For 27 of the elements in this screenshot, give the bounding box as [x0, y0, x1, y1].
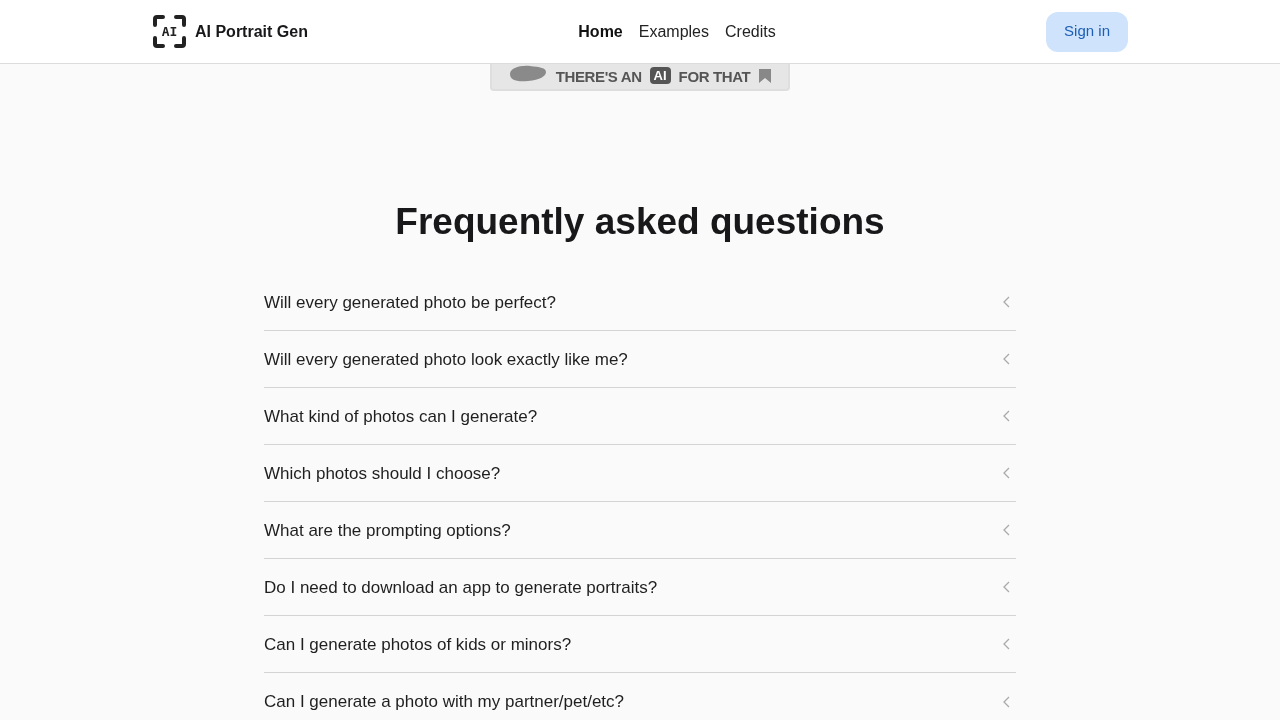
faq-question[interactable]: Can I generate a photo with my partner/pet/etc?: [264, 689, 625, 715]
faq-question[interactable]: Will every generated photo look exactly like me?: [264, 346, 628, 372]
chevron-icon[interactable]: [1002, 694, 1012, 709]
chevron-icon[interactable]: [1002, 466, 1012, 481]
faq-question[interactable]: Which photos should I choose?: [264, 460, 501, 486]
faq-question[interactable]: What kind of photos can I generate?: [264, 403, 538, 429]
nav-link[interactable]: Examples: [638, 19, 709, 44]
chevron-icon[interactable]: [1002, 352, 1012, 367]
brand-name[interactable]: AI Portrait Gen: [195, 19, 308, 44]
chevron-icon[interactable]: [1002, 409, 1012, 424]
badge-text: FOR THAT: [678, 69, 751, 84]
faq-question[interactable]: Do I need to download an app to generate portraits?: [264, 574, 658, 600]
faq-heading: Frequently asked questions: [395, 200, 885, 244]
chevron-icon[interactable]: [1002, 523, 1012, 538]
faq-question[interactable]: Will every generated photo be perfect?: [264, 289, 556, 315]
faq-question[interactable]: What are the prompting options?: [264, 517, 511, 543]
badge[interactable]: THERE'S AN AI FOR THAT: [490, 64, 790, 91]
chevron-icon[interactable]: [1002, 637, 1012, 652]
nav-link[interactable]: Home: [578, 19, 623, 44]
chevron-icon[interactable]: [1002, 295, 1012, 310]
sign-in-button[interactable]: Sign in: [1046, 11, 1128, 52]
chevron-icon[interactable]: [1002, 580, 1012, 595]
nav-link[interactable]: Credits: [725, 19, 776, 44]
badge-text: THERE'S AN: [555, 69, 642, 84]
bookmark-icon: [758, 68, 773, 84]
faq-question[interactable]: Can I generate photos of kids or minors?: [264, 631, 572, 657]
badge-ai-label: AI: [649, 67, 671, 84]
